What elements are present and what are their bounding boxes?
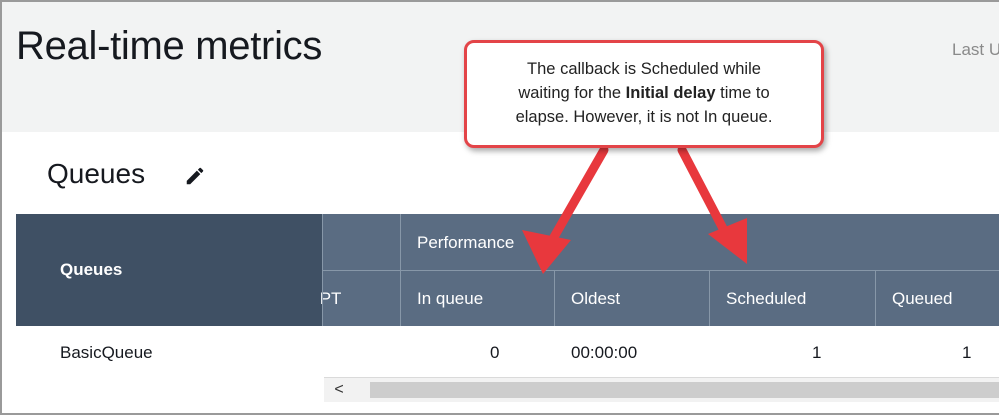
cell-queue-name[interactable]: BasicQueue <box>60 343 153 363</box>
last-updated-label: Last U <box>952 40 999 59</box>
callout-line-2: waiting for the Initial delay time to <box>483 81 805 105</box>
scrollbar-thumb[interactable] <box>370 382 999 398</box>
pencil-icon[interactable] <box>184 165 206 187</box>
header-divider <box>322 270 999 271</box>
header-divider <box>875 270 876 326</box>
callout-line-3: elapse. However, it is not In queue. <box>515 108 773 126</box>
cell-in-queue: 0 <box>490 343 500 362</box>
section-title: Queues <box>47 158 146 189</box>
column-header-queues[interactable]: Queues <box>16 214 322 326</box>
callout-emphasis: Initial delay <box>625 84 716 102</box>
column-header-scheduled[interactable]: Scheduled <box>726 289 806 309</box>
scroll-left-arrow-icon[interactable]: < <box>324 378 354 402</box>
cell-scheduled: 1 <box>812 343 822 362</box>
cell-queued: 1 <box>962 343 972 362</box>
column-header-in-queue[interactable]: In queue <box>417 289 483 309</box>
annotation-callout: The callback is Scheduled while waiting … <box>464 40 824 148</box>
header-divider <box>709 270 710 326</box>
callout-line-2-start: waiting for the <box>518 84 626 102</box>
app-frame: Real-time metrics Last U Queues Queues P… <box>0 0 999 415</box>
cell-oldest: 00:00:00 <box>571 343 638 362</box>
table-row[interactable]: BasicQueue 0 00:00:00 1 1 <box>16 326 999 382</box>
header-divider <box>554 270 555 326</box>
callout-line-1: The callback is Scheduled while <box>527 60 761 78</box>
column-group-performance: Performance <box>417 233 515 252</box>
page-title: Real-time metrics <box>16 24 323 68</box>
column-header-ipt[interactable]: IPT <box>319 289 359 309</box>
metrics-table: Queues Performance IPT In queue Oldest S… <box>16 214 999 382</box>
column-header-queues-label: Queues <box>60 260 123 279</box>
column-header-queued[interactable]: Queued <box>892 289 953 309</box>
column-header-oldest[interactable]: Oldest <box>571 289 620 309</box>
callout-line-2-end: time to <box>715 84 770 102</box>
horizontal-scrollbar[interactable]: < <box>324 377 999 402</box>
